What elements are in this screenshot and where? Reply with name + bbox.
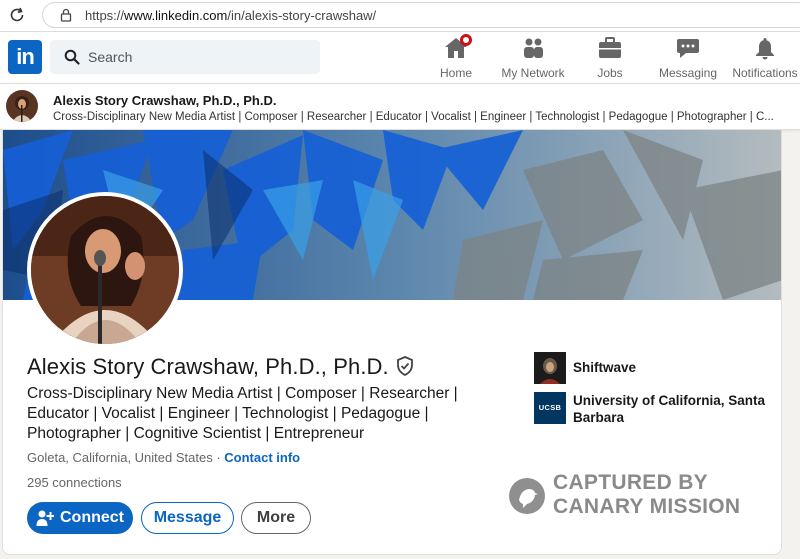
nav-home[interactable]: Home	[438, 34, 474, 80]
bell-icon	[756, 38, 774, 60]
ucsb-logo: UCSB	[534, 392, 566, 424]
search-box[interactable]	[50, 40, 320, 74]
network-icon	[524, 38, 543, 58]
nav-my-network[interactable]: My Network	[500, 36, 566, 80]
bird-logo-icon	[509, 478, 545, 514]
url-text: https://www.linkedin.com/in/alexis-story…	[85, 8, 377, 23]
profile-card: Alexis Story Crawshaw, Ph.D., Ph.D. Cros…	[2, 130, 782, 555]
nav-my-network-label: My Network	[501, 66, 565, 80]
profile-photo[interactable]	[27, 192, 183, 348]
nav-jobs[interactable]: Jobs	[596, 36, 624, 80]
url-field[interactable]: https://www.linkedin.com/in/alexis-story…	[42, 2, 800, 28]
connections-count[interactable]: 295 connections	[27, 475, 122, 490]
linkedin-logo[interactable]: in	[8, 40, 42, 74]
nav-home-label: Home	[439, 66, 472, 80]
canary-mission-watermark: CAPTURED BY CANARY MISSION	[506, 470, 756, 520]
linkedin-nav: in Home My Network Jobs Me	[0, 32, 800, 84]
mini-header-name: Alexis Story Crawshaw, Ph.D., Ph.D.	[53, 93, 277, 108]
location-text: Goleta, California, United States	[27, 450, 213, 465]
watermark-text: CAPTURED BY CANARY MISSION	[553, 471, 740, 519]
separator-dot: ·	[212, 450, 225, 465]
watermark-line-1: CAPTURED BY	[553, 471, 708, 494]
watermark-line-2: CANARY MISSION	[553, 495, 741, 518]
notification-badge	[460, 34, 472, 46]
mini-avatar[interactable]	[6, 90, 38, 122]
add-person-icon	[36, 510, 54, 526]
profile-name-row: Alexis Story Crawshaw, Ph.D., Ph.D.	[27, 354, 415, 380]
lock-icon[interactable]	[59, 8, 73, 22]
browser-address-bar: https://www.linkedin.com/in/alexis-story…	[0, 0, 800, 32]
nav-messaging[interactable]: Messaging	[659, 36, 717, 80]
org-name-ucsb: University of California, Santa Barbara	[573, 393, 766, 425]
verified-shield-icon[interactable]	[395, 356, 415, 376]
profile-sticky-header: Alexis Story Crawshaw, Ph.D., Ph.D. Cros…	[0, 84, 800, 130]
org-shiftwave[interactable]: Shiftwave	[534, 352, 774, 386]
shiftwave-logo	[534, 352, 566, 384]
nav-notifications[interactable]: Notifications	[731, 36, 799, 80]
profile-headline: Cross-Disciplinary New Media Artist | Co…	[27, 385, 458, 442]
profile-name: Alexis Story Crawshaw, Ph.D., Ph.D.	[27, 354, 389, 379]
org-name-shiftwave: Shiftwave	[573, 360, 637, 375]
mini-header-headline: Cross-Disciplinary New Media Artist | Co…	[53, 111, 774, 123]
contact-info-link[interactable]: Contact info	[224, 450, 300, 465]
org-ucsb[interactable]: UCSB University of California, Santa Bar…	[534, 392, 774, 432]
nav-notifications-label: Notifications	[732, 66, 798, 80]
chat-icon	[677, 39, 699, 58]
nav-jobs-label: Jobs	[597, 66, 623, 80]
search-icon	[64, 49, 80, 65]
briefcase-icon	[599, 37, 621, 58]
location-row: Goleta, California, United States · Cont…	[27, 450, 300, 465]
message-button[interactable]: Message	[141, 502, 234, 534]
nav-messaging-label: Messaging	[659, 66, 718, 80]
search-input[interactable]	[88, 40, 308, 74]
connect-label: Connect	[60, 509, 124, 526]
reload-icon[interactable]	[8, 6, 26, 24]
connect-button[interactable]: Connect	[27, 502, 133, 534]
more-button[interactable]: More	[241, 502, 311, 534]
